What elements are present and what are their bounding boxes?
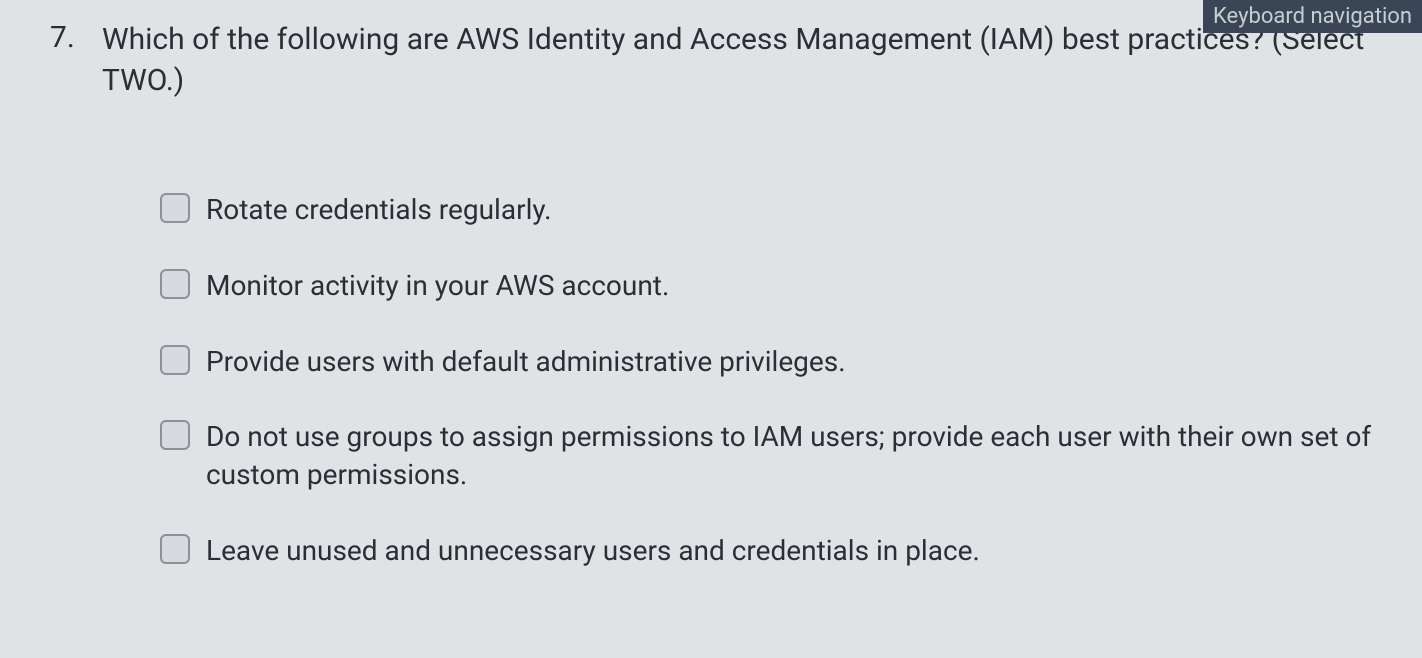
keyboard-nav-label: Keyboard navigation [1213, 4, 1412, 29]
checkbox-option-1[interactable] [160, 193, 190, 223]
question-row: 7. Which of the following are AWS Identi… [50, 20, 1392, 101]
checkbox-option-2[interactable] [160, 269, 190, 299]
question-text: Which of the following are AWS Identity … [102, 20, 1392, 101]
option-row: Do not use groups to assign permissions … [160, 418, 1392, 494]
checkbox-option-3[interactable] [160, 345, 190, 375]
keyboard-navigation-button[interactable]: Keyboard navigation [1203, 0, 1422, 33]
checkbox-option-4[interactable] [160, 420, 190, 450]
option-label: Provide users with default administrativ… [206, 343, 846, 381]
checkbox-option-5[interactable] [160, 534, 190, 564]
options-list: Rotate credentials regularly. Monitor ac… [160, 191, 1392, 570]
question-container: 7. Which of the following are AWS Identi… [0, 0, 1422, 570]
option-row: Rotate credentials regularly. [160, 191, 1392, 229]
option-label: Do not use groups to assign permissions … [206, 418, 1386, 494]
option-label: Leave unused and unnecessary users and c… [206, 532, 980, 570]
option-row: Provide users with default administrativ… [160, 343, 1392, 381]
option-label: Rotate credentials regularly. [206, 191, 552, 229]
question-number: 7. [50, 20, 84, 55]
option-row: Monitor activity in your AWS account. [160, 267, 1392, 305]
option-row: Leave unused and unnecessary users and c… [160, 532, 1392, 570]
option-label: Monitor activity in your AWS account. [206, 267, 669, 305]
